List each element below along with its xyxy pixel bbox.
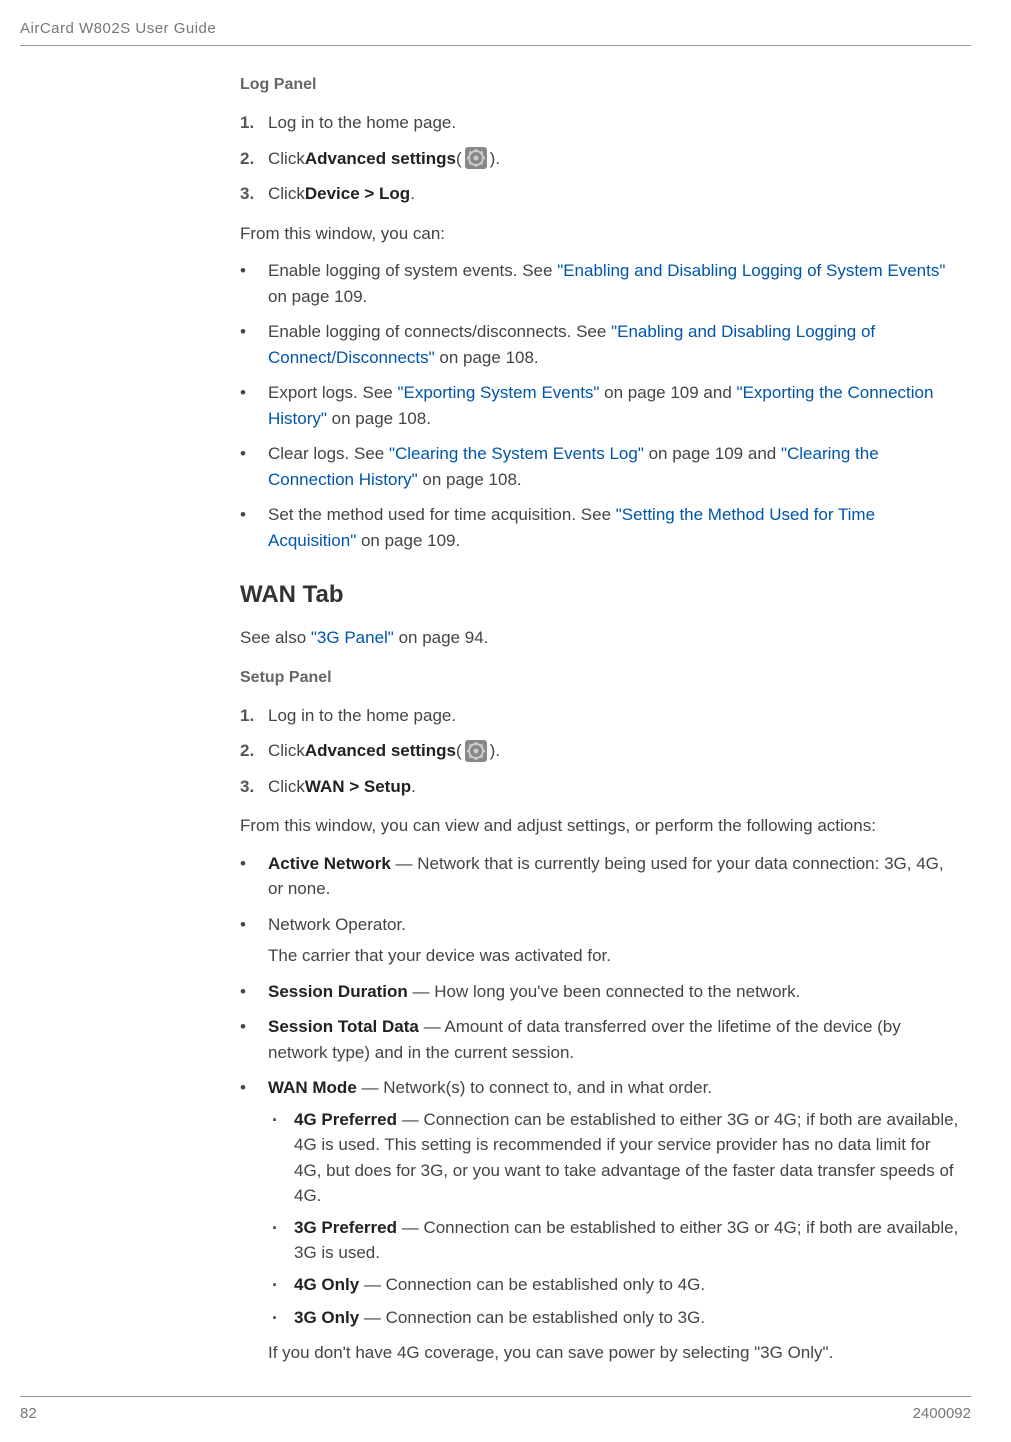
bullet-text: on page 108. [418, 470, 522, 489]
bullet-text: Enable logging of connects/disconnects. … [268, 322, 611, 341]
setup-panel-steps: 1. Log in to the home page. 2. Click Adv… [240, 703, 961, 800]
log-panel-intro: From this window, you can: [240, 221, 961, 247]
step-item: 3. Click WAN > Setup . [240, 774, 961, 800]
page-number: 82 [20, 1405, 37, 1422]
cross-ref-link[interactable]: "Exporting System Events" [397, 383, 599, 402]
step-suffix: ). [490, 738, 500, 764]
bullet-text: — How long you've been connected to the … [408, 982, 801, 1001]
bullet-note: The carrier that your device was activat… [268, 943, 961, 969]
step-prefix: Click [268, 181, 305, 207]
step-number: 3. [240, 774, 268, 800]
page-footer: 82 2400092 [20, 1396, 971, 1422]
bullet-item: Export logs. See "Exporting System Event… [240, 380, 961, 431]
cross-ref-link[interactable]: "Clearing the System Events Log" [389, 444, 644, 463]
step-text: Click WAN > Setup . [268, 774, 416, 800]
bullet-item: Network Operator. The carrier that your … [240, 912, 961, 969]
bullet-bold: Session Duration [268, 982, 408, 1001]
step-suffix: . [410, 181, 415, 207]
bullet-item: Session Duration — How long you've been … [240, 979, 961, 1005]
bullet-text: on page 109. [268, 287, 367, 306]
bullet-text: Network Operator. [268, 915, 406, 934]
bullet-item: Active Network — Network that is current… [240, 851, 961, 902]
step-item: 1. Log in to the home page. [240, 110, 961, 136]
bullet-item: Enable logging of connects/disconnects. … [240, 319, 961, 370]
step-number: 3. [240, 181, 268, 207]
sub-text: — Connection can be established only to … [359, 1308, 705, 1327]
step-suffix: ( [456, 146, 462, 172]
bullet-text: on page 109 and [644, 444, 781, 463]
step-text: Click Advanced settings ( ). [268, 146, 500, 172]
log-panel-steps: 1. Log in to the home page. 2. Click Adv… [240, 110, 961, 207]
bullet-item: Enable logging of system events. See "En… [240, 258, 961, 309]
step-item: 2. Click Advanced settings ( ). [240, 738, 961, 764]
step-bold: WAN > Setup [305, 774, 411, 800]
bullet-item: WAN Mode — Network(s) to connect to, and… [240, 1075, 961, 1365]
seealso-text: on page 94. [394, 628, 489, 647]
header-divider [20, 45, 971, 46]
bullet-item: Session Total Data — Amount of data tran… [240, 1014, 961, 1065]
cross-ref-link[interactable]: "3G Panel" [311, 628, 394, 647]
sub-bullet-item: 4G Only — Connection can be established … [268, 1272, 961, 1299]
sub-bold: 3G Only [294, 1308, 359, 1327]
bullet-bold: Active Network [268, 854, 391, 873]
wan-tab-seealso: See also "3G Panel" on page 94. [240, 625, 961, 651]
bullet-bold: WAN Mode [268, 1078, 357, 1097]
step-item: 1. Log in to the home page. [240, 703, 961, 729]
bullet-bold: Session Total Data [268, 1017, 419, 1036]
sub-bold: 4G Preferred [294, 1110, 397, 1129]
page-content: Log Panel 1. Log in to the home page. 2.… [240, 76, 961, 1365]
step-text: Log in to the home page. [268, 110, 456, 136]
footer-divider [20, 1396, 971, 1397]
step-number: 2. [240, 146, 268, 172]
bullet-text: Clear logs. See [268, 444, 389, 463]
step-item: 2. Click Advanced settings ( ). [240, 146, 961, 172]
step-suffix: . [411, 774, 416, 800]
step-bold: Device > Log [305, 181, 410, 207]
sub-bullet-item: 4G Preferred — Connection can be establi… [268, 1107, 961, 1209]
log-panel-bullets: Enable logging of system events. See "En… [240, 258, 961, 553]
sub-bold: 4G Only [294, 1275, 359, 1294]
bullet-text: — Network(s) to connect to, and in what … [357, 1078, 712, 1097]
wan-mode-sub-bullets: 4G Preferred — Connection can be establi… [268, 1107, 961, 1332]
step-bold: Advanced settings [305, 146, 456, 172]
step-number: 2. [240, 738, 268, 764]
step-text: Click Advanced settings ( ). [268, 738, 500, 764]
cross-ref-link[interactable]: "Enabling and Disabling Logging of Syste… [557, 261, 945, 280]
step-prefix: Click [268, 146, 305, 172]
wan-mode-note: If you don't have 4G coverage, you can s… [268, 1340, 961, 1366]
doc-number: 2400092 [913, 1405, 971, 1422]
running-header: AirCard W802S User Guide [20, 20, 971, 37]
bullet-text: Enable logging of system events. See [268, 261, 557, 280]
bullet-text: on page 108. [435, 348, 539, 367]
sub-bullet-item: 3G Only — Connection can be established … [268, 1305, 961, 1332]
setup-panel-bullets: Active Network — Network that is current… [240, 851, 961, 1366]
bullet-item: Clear logs. See "Clearing the System Eve… [240, 441, 961, 492]
seealso-text: See also [240, 628, 311, 647]
step-number: 1. [240, 110, 268, 136]
bullet-text: Set the method used for time acquisition… [268, 505, 616, 524]
step-text: Log in to the home page. [268, 703, 456, 729]
step-suffix: ( [456, 738, 462, 764]
step-prefix: Click [268, 774, 305, 800]
step-suffix: ). [490, 146, 500, 172]
step-item: 3. Click Device > Log . [240, 181, 961, 207]
gear-icon [464, 146, 488, 170]
sub-bullet-item: 3G Preferred — Connection can be establi… [268, 1215, 961, 1266]
setup-panel-heading: Setup Panel [240, 669, 961, 687]
step-number: 1. [240, 703, 268, 729]
bullet-text: on page 108. [327, 409, 431, 428]
gear-icon [464, 739, 488, 763]
bullet-text: on page 109. [356, 531, 460, 550]
bullet-item: Set the method used for time acquisition… [240, 502, 961, 553]
setup-panel-intro: From this window, you can view and adjus… [240, 813, 961, 839]
sub-text: — Connection can be established only to … [359, 1275, 705, 1294]
step-bold: Advanced settings [305, 738, 456, 764]
step-prefix: Click [268, 738, 305, 764]
wan-tab-heading: WAN Tab [240, 581, 961, 609]
bullet-text: Export logs. See [268, 383, 397, 402]
sub-bold: 3G Preferred [294, 1218, 397, 1237]
step-text: Click Device > Log . [268, 181, 415, 207]
log-panel-heading: Log Panel [240, 76, 961, 94]
bullet-text: on page 109 and [599, 383, 736, 402]
